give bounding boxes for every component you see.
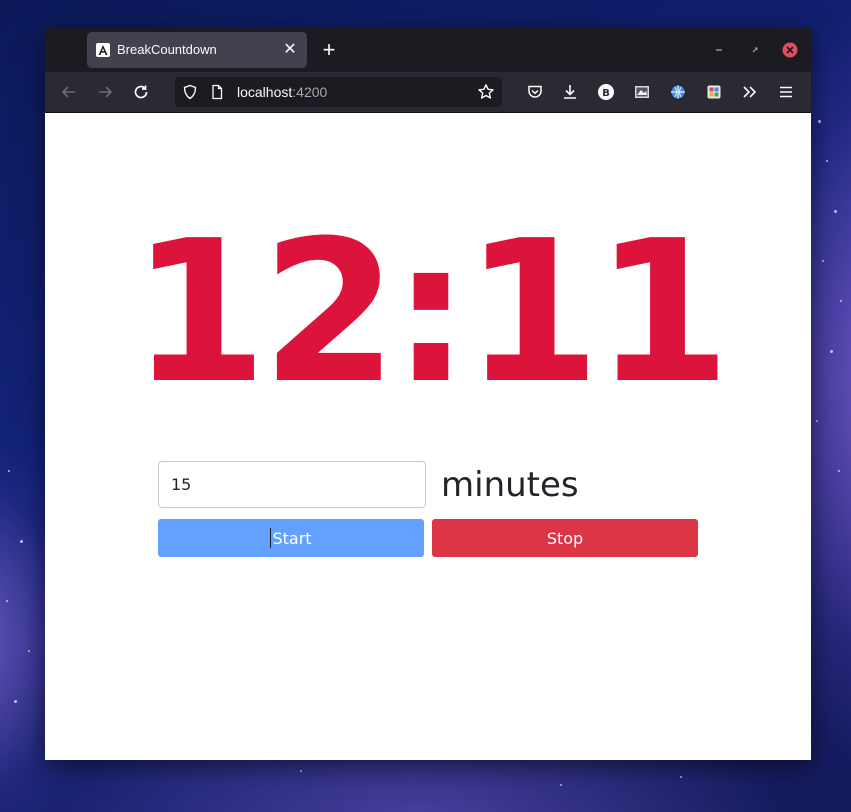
overflow-chevrons-icon[interactable] — [740, 82, 760, 102]
back-arrow-icon[interactable] — [59, 82, 79, 102]
minimize-window-icon[interactable] — [709, 40, 729, 60]
hamburger-menu-icon[interactable] — [776, 82, 796, 102]
stop-button[interactable]: Stop — [432, 519, 698, 557]
close-window-icon[interactable] — [780, 40, 800, 60]
new-tab-plus-icon[interactable]: + — [319, 39, 339, 61]
url-bar[interactable]: localhost:4200 — [175, 77, 502, 107]
maximize-window-icon[interactable] — [745, 40, 765, 60]
url-port: :4200 — [292, 84, 328, 100]
angular-icon — [96, 43, 110, 57]
pocket-icon[interactable] — [525, 82, 545, 102]
extension-grid-icon[interactable] — [704, 82, 724, 102]
start-button-label: Start — [272, 528, 312, 548]
start-button[interactable]: Start — [158, 519, 424, 557]
page-content: 12:11 minutes Start Stop — [45, 113, 811, 760]
minutes-label: minutes — [441, 465, 579, 505]
forward-arrow-icon[interactable] — [95, 82, 115, 102]
text-cursor — [270, 528, 272, 548]
stop-button-label: Stop — [546, 528, 584, 548]
shield-icon[interactable] — [180, 82, 200, 102]
extension-b-icon[interactable]: B — [596, 82, 616, 102]
minutes-input[interactable] — [158, 461, 426, 508]
tab-bar: BreakCountdown ✕ + — [45, 28, 811, 72]
reload-icon[interactable] — [131, 82, 151, 102]
download-icon[interactable] — [560, 82, 580, 102]
url-host: localhost — [237, 84, 293, 100]
tab-breakcountdown[interactable]: BreakCountdown ✕ — [87, 32, 307, 68]
extension-image-icon[interactable] — [632, 82, 652, 102]
page-icon — [207, 82, 227, 102]
url-text[interactable]: localhost:4200 — [237, 84, 327, 100]
countdown-display: 12:11 — [131, 199, 731, 427]
bookmark-star-icon[interactable] — [476, 82, 496, 102]
tab-title: BreakCountdown — [117, 42, 217, 57]
navigation-toolbar: localhost:4200 B — [45, 72, 811, 113]
extension-globe-icon[interactable] — [668, 82, 688, 102]
browser-window: BreakCountdown ✕ + localhost:4200 B 12:1… — [45, 28, 811, 760]
tab-close-icon[interactable]: ✕ — [282, 40, 298, 58]
extension-b-label: B — [602, 88, 610, 99]
